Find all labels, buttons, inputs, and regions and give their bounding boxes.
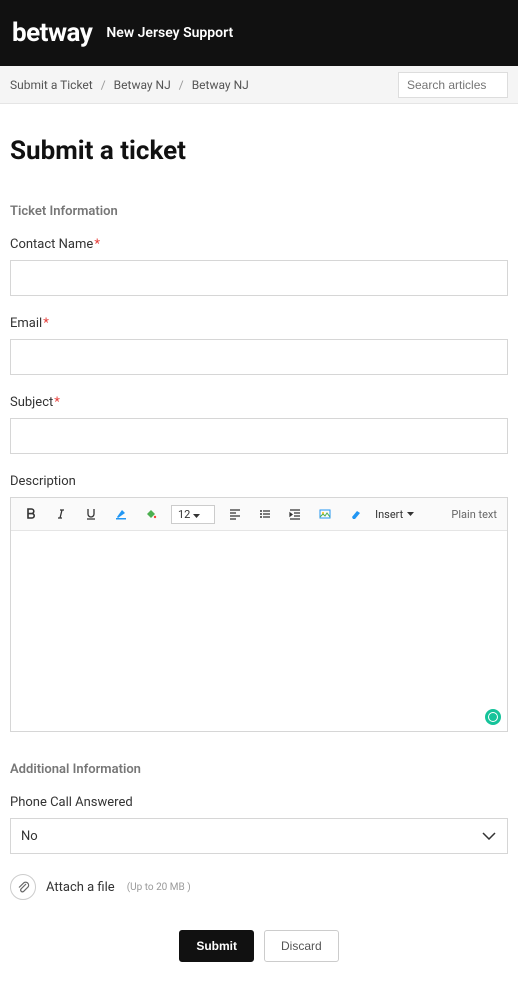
field-email: Email* [10,316,508,375]
eraser-button[interactable] [345,504,365,524]
field-phone-answered: Phone Call Answered No [10,795,508,854]
editor-toolbar: 12 Insert Plain text [11,498,507,531]
label-contact: Contact Name* [10,237,508,252]
attach-label: Attach a file [46,880,115,895]
editor-textarea[interactable] [11,531,507,731]
input-subject[interactable] [10,418,508,454]
text-color-button[interactable] [111,504,131,524]
input-contact[interactable] [10,260,508,296]
input-email[interactable] [10,339,508,375]
grammarly-icon [485,709,501,725]
search-box [398,72,508,98]
underline-button[interactable] [81,504,101,524]
discard-button[interactable]: Discard [264,930,339,962]
breadcrumb-separator: / [179,78,184,92]
section-additional-info: Additional Information [10,762,508,777]
page-body: Submit a ticket Ticket Information Conta… [0,104,518,982]
align-button[interactable] [225,504,245,524]
breadcrumb-item[interactable]: Submit a Ticket [10,78,93,92]
field-description: Description 12 Insert Plain text [10,474,508,732]
attach-file-row[interactable]: Attach a file (Up to 20 MB ) [10,874,508,900]
search-input[interactable] [398,72,508,98]
insert-dropdown[interactable]: Insert [375,508,414,521]
sub-header: Submit a Ticket / Betway NJ / Betway NJ [0,66,518,104]
breadcrumb-item[interactable]: Betway NJ [114,78,171,92]
breadcrumb-separator: / [101,78,106,92]
label-description: Description [10,474,508,489]
italic-button[interactable] [51,504,71,524]
indent-button[interactable] [285,504,305,524]
portal-name: New Jersey Support [106,25,233,41]
label-email: Email* [10,316,508,331]
plain-text-toggle[interactable]: Plain text [451,508,497,521]
bold-button[interactable] [21,504,41,524]
list-button[interactable] [255,504,275,524]
attach-hint: (Up to 20 MB ) [127,882,191,893]
image-button[interactable] [315,504,335,524]
submit-button[interactable]: Submit [179,930,254,962]
label-subject: Subject* [10,395,508,410]
page-title: Submit a ticket [10,136,508,166]
field-contact: Contact Name* [10,237,508,296]
paperclip-icon [10,874,36,900]
breadcrumb: Submit a Ticket / Betway NJ / Betway NJ [10,78,390,92]
rich-editor: 12 Insert Plain text [10,497,508,732]
app-header: betway New Jersey Support [0,0,518,66]
form-actions: Submit Discard [10,930,508,962]
field-subject: Subject* [10,395,508,454]
bg-color-button[interactable] [141,504,161,524]
font-size-select[interactable]: 12 [171,505,215,524]
section-ticket-info: Ticket Information [10,204,508,219]
select-phone-answered[interactable]: No [10,818,508,854]
breadcrumb-item[interactable]: Betway NJ [192,78,249,92]
logo: betway [12,18,92,48]
label-phone-answered: Phone Call Answered [10,795,508,810]
